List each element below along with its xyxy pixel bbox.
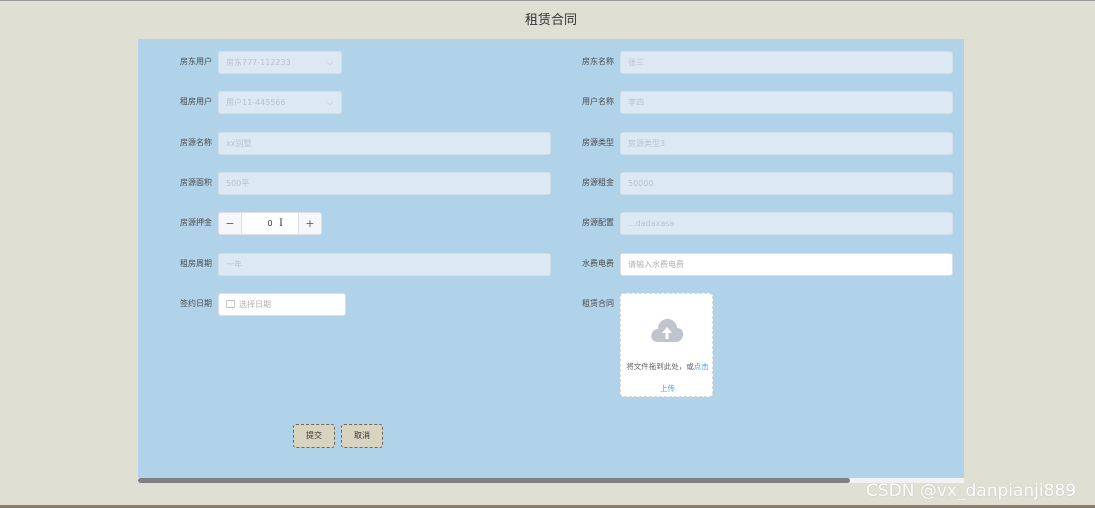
upload-link-text[interactable]: 上传 xyxy=(621,384,714,394)
chevron-down-icon: ⌵ xyxy=(326,58,333,67)
increment-button[interactable]: + xyxy=(298,213,321,234)
house-area-input[interactable]: 500平 xyxy=(218,172,551,195)
landlord-user-label: 房东用户 xyxy=(180,57,212,66)
rent-period-input[interactable]: 一年 xyxy=(218,253,551,276)
calendar-icon xyxy=(226,299,235,308)
contract-upload-dropzone[interactable]: 将文件拖到此处，或点击 上传 xyxy=(620,293,713,397)
scrollbar-thumb[interactable] xyxy=(138,478,850,483)
rent-period-label: 租房周期 xyxy=(180,259,212,268)
decrement-button[interactable]: − xyxy=(219,213,242,234)
tenant-user-select[interactable]: 用户11-445566 ⌵ xyxy=(218,91,342,114)
house-rent-input[interactable]: 50000 xyxy=(620,172,953,195)
horizontal-scrollbar[interactable] xyxy=(138,478,964,483)
submit-button[interactable]: 提交 xyxy=(293,424,335,448)
text-cursor-icon: I xyxy=(279,218,283,229)
deposit-stepper[interactable]: − 0 + xyxy=(218,212,322,235)
house-type-label: 房源类型 xyxy=(582,138,614,147)
deposit-value[interactable]: 0 xyxy=(242,213,298,234)
contract-label: 租赁合同 xyxy=(582,299,614,308)
upload-click-link[interactable]: 点击 xyxy=(694,362,709,371)
top-divider xyxy=(0,0,1095,1)
house-type-input[interactable]: 房源类型3 xyxy=(620,132,953,155)
utilities-input[interactable]: 请输入水费电费 xyxy=(620,253,953,276)
house-area-label: 房源面积 xyxy=(180,178,212,187)
landlord-user-value: 房东777-112233 xyxy=(226,58,291,67)
watermark-text: CSDN @vx_danpianji889 xyxy=(866,481,1077,501)
tenant-user-label: 租房用户 xyxy=(180,97,212,106)
landlord-name-input[interactable]: 张三 xyxy=(620,51,953,74)
chevron-down-icon: ⌵ xyxy=(326,98,333,107)
house-name-label: 房源名称 xyxy=(180,138,212,147)
sign-date-picker[interactable]: 选择日期 xyxy=(218,293,346,316)
house-name-input[interactable]: xx别墅 xyxy=(218,132,551,155)
landlord-user-select[interactable]: 房东777-112233 ⌵ xyxy=(218,51,342,74)
user-name-label: 用户名称 xyxy=(582,97,614,106)
house-rent-label: 房源租金 xyxy=(582,178,614,187)
sign-date-placeholder: 选择日期 xyxy=(239,300,271,309)
cancel-button[interactable]: 取消 xyxy=(341,424,383,448)
sign-date-label: 签约日期 xyxy=(180,299,212,308)
tenant-user-value: 用户11-445566 xyxy=(226,98,286,107)
upload-drag-text: 将文件拖到此处，或 xyxy=(626,362,694,371)
deposit-label: 房源押金 xyxy=(180,218,212,227)
cloud-upload-icon xyxy=(651,318,684,342)
utilities-label: 水费电费 xyxy=(582,259,614,268)
config-label: 房源配置 xyxy=(582,218,614,227)
page-title: 租赁合同 xyxy=(524,13,577,28)
user-name-input[interactable]: 李四 xyxy=(620,91,953,114)
landlord-name-label: 房东名称 xyxy=(582,57,614,66)
config-input[interactable]: ...dadaxasa xyxy=(620,212,953,235)
